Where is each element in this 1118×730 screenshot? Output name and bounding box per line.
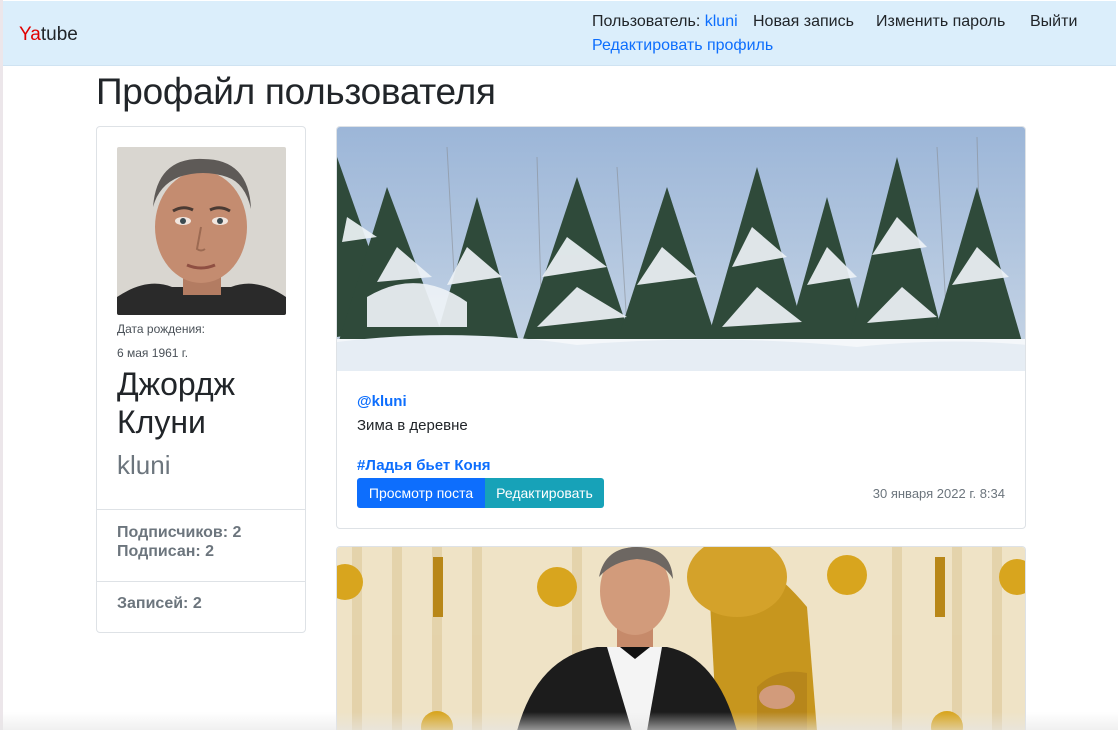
- nav-change-password[interactable]: Изменить пароль: [876, 13, 1005, 31]
- post-group-link[interactable]: #Ладья бьет Коня: [357, 457, 491, 474]
- divider: [97, 509, 305, 510]
- navbar: Yatube Пользователь: kluni Новая запись …: [3, 1, 1116, 66]
- current-user-link[interactable]: kluni: [705, 13, 738, 30]
- last-name: Клуни: [117, 404, 206, 440]
- post-card: [336, 546, 1026, 730]
- posts-count: Записей: 2: [117, 595, 202, 612]
- post-card: @kluni Зима в деревне #Ладья бьет Коня П…: [336, 126, 1026, 529]
- profile-username: kluni: [117, 450, 171, 480]
- first-name: Джордж: [117, 366, 236, 402]
- post-text: Зима в деревне: [357, 417, 468, 434]
- post-date: 30 января 2022 г. 8:34: [872, 486, 1005, 501]
- profile-card: Дата рождения: 6 мая 1961 г. Джордж Клун…: [96, 126, 306, 633]
- current-user: Пользователь: kluni: [592, 13, 738, 30]
- birth-date-value: 6 мая 1961 г.: [117, 346, 189, 360]
- post-image-winter: [337, 127, 1025, 371]
- page-title: Профайл пользователя: [96, 71, 496, 112]
- edit-post-button[interactable]: Редактировать: [485, 478, 604, 508]
- avatar: [117, 147, 286, 315]
- nav-new-post[interactable]: Новая запись: [753, 13, 854, 31]
- full-name: Джордж Клуни: [117, 365, 235, 441]
- followers-count: Подписчиков: 2: [117, 524, 242, 541]
- window-left-edge: [0, 0, 3, 730]
- view-post-button[interactable]: Просмотр поста: [357, 478, 485, 508]
- birth-date-label: Дата рождения:: [117, 322, 205, 336]
- nav-edit-profile[interactable]: Редактировать профиль: [592, 37, 773, 55]
- nav-logout[interactable]: Выйти: [1030, 13, 1077, 31]
- post-author-link[interactable]: @kluni: [357, 393, 407, 410]
- following-count: Подписан: 2: [117, 543, 215, 560]
- divider: [97, 581, 305, 582]
- post-image-oscar: [337, 547, 1025, 730]
- brand-logo[interactable]: Yatube: [19, 24, 78, 46]
